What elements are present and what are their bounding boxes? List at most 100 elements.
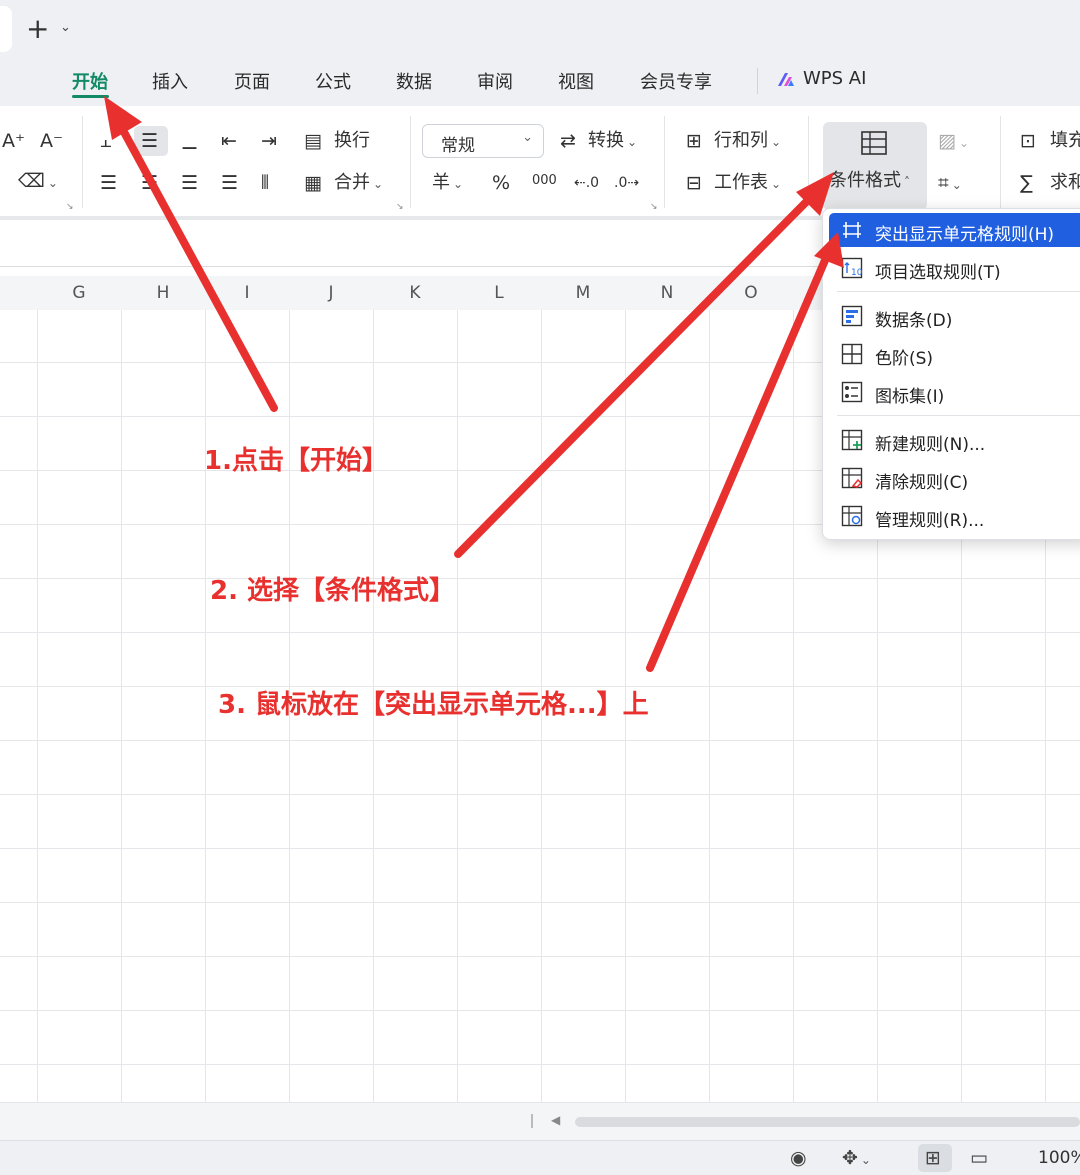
distribute-icon[interactable]: ⫴ — [261, 172, 269, 194]
cell-style-icon[interactable]: ▨ ⌄ — [938, 130, 969, 154]
convert-label: 转换 — [588, 130, 624, 151]
menu-item-clear-rules[interactable]: 清除规则(C) — [829, 461, 1080, 495]
column-header[interactable]: L — [457, 283, 541, 303]
tab-review[interactable]: 审阅 — [477, 68, 513, 94]
dialog-launcher-icon[interactable]: ↘ — [396, 202, 404, 212]
scroll-left-icon[interactable]: ◀ — [551, 1113, 560, 1127]
document-tab[interactable] — [0, 6, 12, 52]
column-header[interactable]: O — [709, 283, 793, 303]
align-right-icon[interactable]: ☰ — [181, 172, 198, 194]
borders-icon[interactable]: ⌗ ⌄ — [938, 172, 962, 196]
column-header[interactable]: M — [541, 283, 625, 303]
dialog-launcher-icon[interactable]: ↘ — [650, 202, 658, 212]
align-middle-icon[interactable]: ☰ — [141, 130, 158, 152]
font-increase-icon[interactable]: A⁺ — [2, 130, 25, 152]
menu-divider — [837, 415, 1080, 416]
column-header[interactable]: N — [625, 283, 709, 303]
tab-page[interactable]: 页面 — [234, 68, 270, 94]
tab-member[interactable]: 会员专享 — [640, 68, 712, 94]
ribbon-divider — [664, 116, 665, 208]
fill-icon[interactable]: ⊡ — [1020, 130, 1036, 152]
column-header[interactable]: J — [289, 283, 373, 303]
align-left-icon[interactable]: ☰ — [100, 172, 117, 194]
tab-view[interactable]: 视图 — [558, 68, 594, 94]
menu-divider — [757, 68, 758, 94]
new-rule-icon — [841, 429, 863, 451]
menu-item-top-bottom-rules[interactable]: 10 项目选取规则(T) — [829, 251, 1080, 285]
percent-icon[interactable]: % — [492, 172, 510, 194]
zoom-level[interactable]: 100% — [1038, 1148, 1080, 1168]
tab-insert[interactable]: 插入 — [152, 68, 188, 94]
thousands-separator-icon[interactable]: 000 — [532, 170, 557, 192]
svg-text:10: 10 — [851, 268, 863, 278]
column-header[interactable]: I — [205, 283, 289, 303]
tab-formula[interactable]: 公式 — [315, 68, 351, 94]
merge-button[interactable]: 合并 ⌄ — [334, 172, 383, 195]
conditional-format-menu: 突出显示单元格规则(H) 10 项目选取规则(T) 数据条(D) 色阶(S) 图… — [822, 208, 1080, 540]
align-bottom-icon[interactable]: ⚊ — [181, 132, 198, 154]
eraser-icon[interactable]: ⌫ ⌄ — [18, 170, 58, 194]
rows-cols-icon[interactable]: ⊞ — [686, 130, 702, 152]
sum-icon[interactable]: ∑ — [1020, 172, 1033, 194]
menu-item-color-scales[interactable]: 色阶(S) — [829, 337, 1080, 371]
indent-increase-icon[interactable]: ⇥ — [261, 130, 277, 152]
align-justify-icon[interactable]: ☰ — [221, 172, 238, 194]
worksheet-icon[interactable]: ⊟ — [686, 172, 702, 194]
menu-item-label: 突出显示单元格规则(H) — [875, 225, 1055, 245]
icon-sets-icon — [841, 381, 863, 403]
top-bottom-rules-icon: 10 — [841, 257, 863, 279]
indent-decrease-icon[interactable]: ⇤ — [221, 130, 237, 152]
menu-item-data-bars[interactable]: 数据条(D) — [829, 299, 1080, 333]
worksheet-button[interactable]: 工作表 ⌄ — [714, 172, 781, 195]
menu-item-manage-rules[interactable]: 管理规则(R)... — [829, 499, 1080, 533]
font-decrease-icon[interactable]: A⁻ — [40, 130, 63, 152]
horizontal-scrollbar[interactable] — [575, 1117, 1080, 1127]
chevron-down-icon: ⌄ — [522, 130, 533, 145]
wrap-text-icon[interactable]: ▤ — [304, 130, 322, 152]
split-handle[interactable] — [531, 1114, 533, 1128]
column-header[interactable]: H — [121, 283, 205, 303]
menu-divider — [837, 291, 1080, 292]
ribbon-divider — [82, 116, 83, 208]
number-format-select[interactable]: 常规 ⌄ — [422, 124, 544, 158]
conditional-format-label: 条件格式 — [829, 170, 901, 191]
align-center-icon[interactable]: ☰ — [141, 172, 158, 194]
merge-cells-icon[interactable]: ▦ — [304, 172, 322, 194]
align-top-icon[interactable]: ⫠ — [100, 130, 112, 152]
menu-item-icon-sets[interactable]: 图标集(I) — [829, 375, 1080, 409]
currency-button[interactable]: 羊 ⌄ — [432, 172, 463, 195]
tab-data[interactable]: 数据 — [396, 68, 432, 94]
menu-item-highlight-cell-rules[interactable]: 突出显示单元格规则(H) — [829, 213, 1080, 247]
dialog-launcher-icon[interactable]: ↘ — [66, 202, 74, 212]
wrap-text-button[interactable]: 换行 — [334, 130, 370, 152]
column-header[interactable]: G — [37, 283, 121, 303]
chevron-down-icon[interactable]: ⌄ — [60, 20, 71, 35]
worksheet-label: 工作表 — [714, 172, 768, 193]
column-header[interactable]: K — [373, 283, 457, 303]
convert-button[interactable]: 转换 ⌄ — [588, 130, 637, 153]
eye-icon[interactable]: ◉ — [790, 1147, 807, 1169]
manage-rules-icon — [841, 505, 863, 527]
rows-cols-button[interactable]: 行和列 ⌄ — [714, 130, 781, 153]
fill-button[interactable]: 填充 — [1050, 130, 1080, 152]
menu-item-label: 管理规则(R)... — [875, 511, 985, 531]
conditional-format-label-wrap[interactable]: 条件格式 ˄ — [829, 170, 910, 193]
decimal-increase-icon[interactable]: ⇠.0 — [574, 172, 599, 194]
plus-icon[interactable]: + — [26, 14, 49, 44]
sum-button[interactable]: 求和 — [1050, 172, 1080, 194]
normal-view-icon[interactable]: ⊞ — [925, 1147, 941, 1169]
menu-item-label: 数据条(D) — [875, 311, 953, 331]
convert-icon[interactable]: ⇄ — [560, 130, 576, 152]
decimal-decrease-icon[interactable]: .0⇢ — [614, 172, 639, 194]
menu-item-label: 项目选取规则(T) — [875, 263, 1001, 283]
layout-mode-icon[interactable]: ✥ ⌄ — [842, 1147, 871, 1169]
menu-item-label: 清除规则(C) — [875, 473, 969, 493]
tab-home[interactable]: 开始 — [72, 68, 108, 94]
menu-item-label: 图标集(I) — [875, 387, 945, 407]
ribbon-divider — [1000, 116, 1001, 208]
menu-item-new-rule[interactable]: 新建规则(N)... — [829, 423, 1080, 457]
currency-icon: 羊 — [432, 172, 450, 193]
ribbon-divider — [410, 116, 411, 208]
page-view-icon[interactable]: ▭ — [970, 1147, 988, 1169]
tab-wps-ai[interactable]: WPS AI — [803, 68, 866, 89]
